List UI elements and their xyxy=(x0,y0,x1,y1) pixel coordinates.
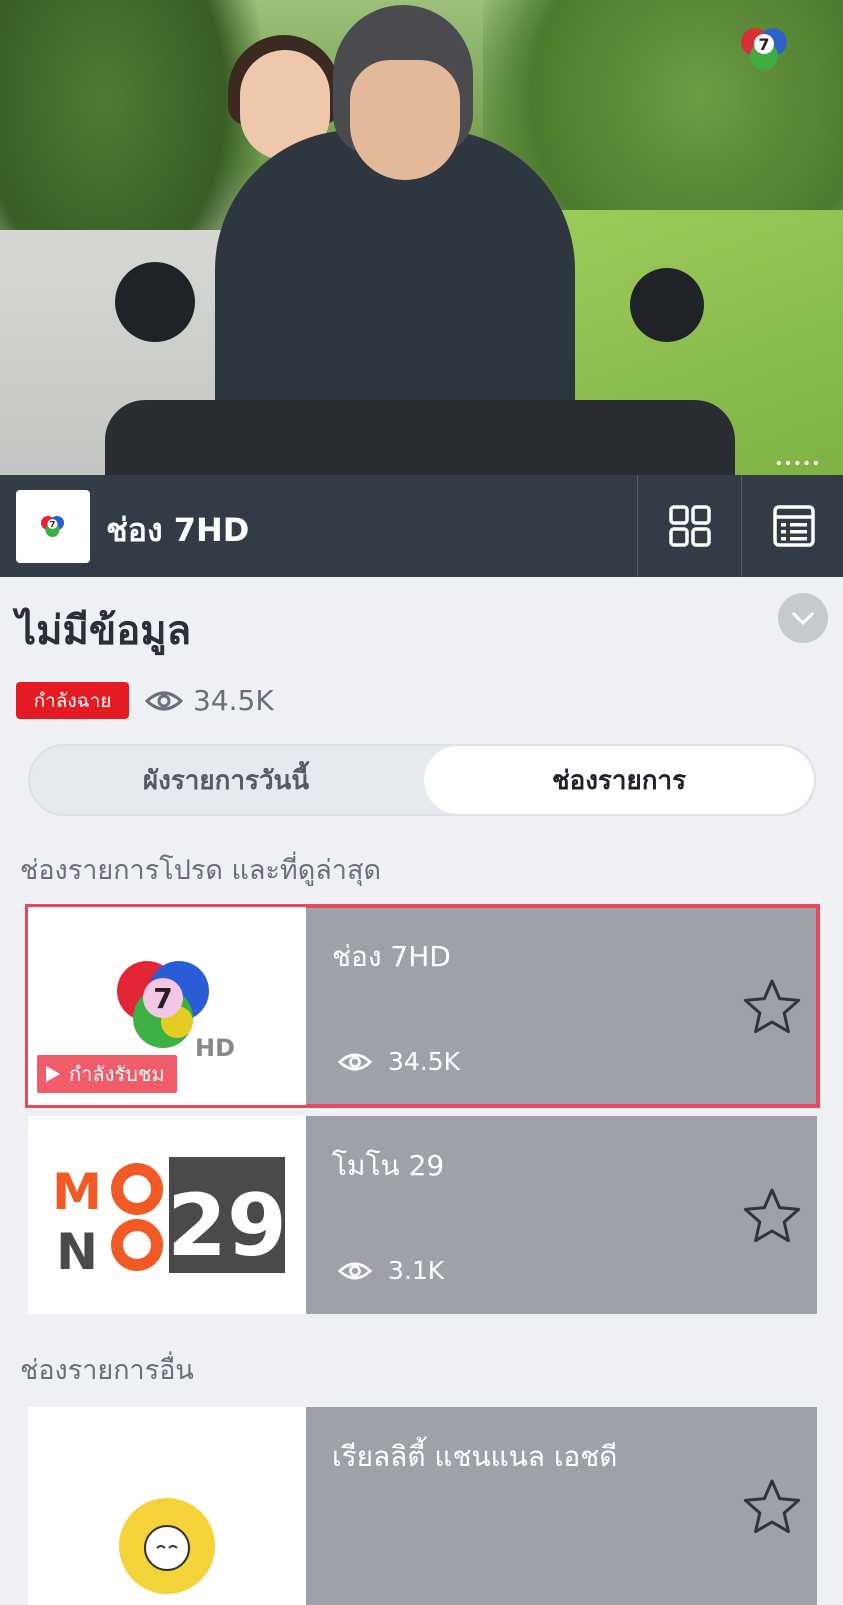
favorite-star-icon[interactable] xyxy=(742,977,802,1037)
ch7-logo-icon: 7 xyxy=(41,515,64,537)
ch7hd-logo-icon: 7 HD xyxy=(117,961,235,1062)
eye-icon xyxy=(338,1053,372,1070)
now-watching-label: กำลังรับชม xyxy=(69,1062,165,1086)
channel-card-name: โมโน 29 xyxy=(332,1149,445,1182)
now-watching-badge: กำลังรับชม xyxy=(37,1055,177,1093)
favorite-star-icon[interactable] xyxy=(742,1186,802,1246)
favorite-star-icon[interactable] xyxy=(742,1477,802,1537)
tab-channels[interactable]: ช่องรายการ xyxy=(424,746,814,814)
svg-text:HD: HD xyxy=(195,1034,235,1062)
eye-icon xyxy=(145,691,183,710)
channel-card-name: ช่อง 7HD xyxy=(332,940,451,973)
channel-name: ช่อง 7HD xyxy=(106,511,250,549)
svg-text:7: 7 xyxy=(153,982,172,1015)
mono29-logo-icon: M N 29 xyxy=(49,1157,285,1273)
eye-icon xyxy=(338,1262,372,1279)
video-player[interactable]: 7 ••••• xyxy=(0,0,843,475)
channel-card-mono29[interactable]: M N 29 โมโน 29 3.1K xyxy=(28,1116,817,1314)
channel-logo[interactable]: 7 xyxy=(16,490,90,563)
reality-channel-logo-icon xyxy=(119,1498,215,1594)
grid-view-button[interactable] xyxy=(637,475,741,577)
list-icon xyxy=(772,505,815,547)
tab-today-schedule[interactable]: ผังรายการวันนี้ xyxy=(30,746,422,814)
schedule-list-button[interactable] xyxy=(741,475,843,577)
section-title-other: ช่องรายการอื่น xyxy=(20,1355,194,1386)
channel-thumbnail xyxy=(28,1407,306,1605)
channel-card-views: 3.1K xyxy=(338,1256,444,1285)
channel-card-views: 34.5K xyxy=(338,1047,460,1076)
mono-letter-n: N xyxy=(56,1223,98,1273)
live-badge: กำลังฉาย xyxy=(16,682,129,719)
svg-text:7: 7 xyxy=(50,520,56,529)
channel-watermark-icon: 7 xyxy=(741,28,787,70)
expand-details-button[interactable] xyxy=(778,593,828,643)
tab-switcher: ผังรายการวันนี้ ช่องรายการ xyxy=(28,744,816,816)
mono-number: 29 xyxy=(167,1176,285,1273)
channel-card-reality-hd[interactable]: เรียลลิตี้ แชนแนล เอชดี xyxy=(28,1407,817,1605)
channel-thumbnail: M N 29 xyxy=(28,1116,306,1314)
channel-card-name: เรียลลิตี้ แชนแนล เอชดี xyxy=(332,1440,618,1473)
viewer-count: 34.5K xyxy=(145,684,274,717)
channel-header-bar: 7 ช่อง 7HD xyxy=(0,475,843,577)
program-title: ไม่มีข้อมูล xyxy=(16,608,192,654)
player-menu-dots[interactable]: ••••• xyxy=(775,456,821,472)
views-value: 34.5K xyxy=(388,1047,461,1076)
play-icon xyxy=(46,1066,60,1082)
section-title-favorites: ช่องรายการโปรด และที่ดูล่าสุด xyxy=(20,855,381,886)
viewer-count-value: 34.5K xyxy=(193,684,274,717)
svg-text:7: 7 xyxy=(758,35,769,54)
mono-letter-m: M xyxy=(52,1163,102,1221)
channel-card-ch7hd[interactable]: 7 HD กำลังรับชม ช่อง 7HD 34.5K xyxy=(25,904,820,1108)
chevron-down-icon xyxy=(791,611,815,626)
grid-icon xyxy=(668,505,711,547)
views-value: 3.1K xyxy=(388,1256,445,1285)
